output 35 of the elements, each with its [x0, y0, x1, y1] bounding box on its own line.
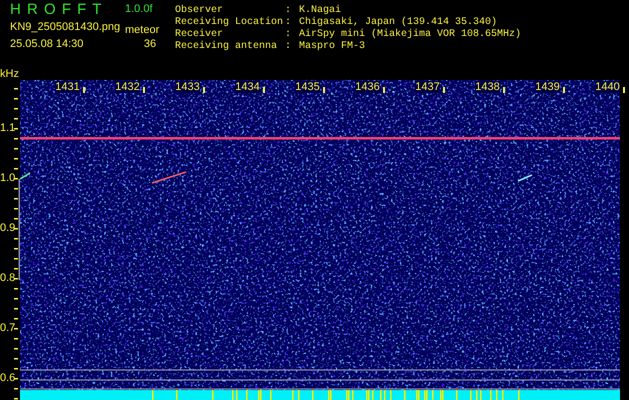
x-axis-label: 1431 — [55, 81, 80, 93]
timestamp: 25.05.08 14:30 — [10, 38, 84, 50]
counter-label: meteor — [125, 24, 160, 36]
y-axis-label: 1.1 — [0, 122, 16, 134]
y-axis-label: 0.9 — [0, 222, 16, 234]
x-axis-label: 1434 — [235, 81, 260, 93]
info-separator: : — [285, 28, 292, 40]
x-axis-label: 1435 — [295, 81, 320, 93]
info-value: AirSpy mini (Miakejima VOR 108.65MHz) — [299, 28, 522, 40]
file-name: KN9_2505081430.png — [10, 21, 120, 33]
app-title: H R O F F T — [10, 0, 102, 18]
info-value: Maspro FM-3 — [299, 40, 366, 52]
version-label: 1.0.0f — [125, 3, 153, 15]
info-label: Receiver — [175, 28, 224, 40]
info-separator: : — [285, 40, 292, 52]
y-axis-label: 1.0 — [0, 172, 16, 184]
y-axis-label: 0.8 — [0, 272, 16, 284]
info-label: Receiving Location — [175, 16, 284, 28]
info-value: K.Nagai — [299, 4, 342, 16]
x-axis-label: 1439 — [535, 81, 560, 93]
x-axis-label: 1432 — [115, 81, 140, 93]
x-axis-label: 1438 — [475, 81, 500, 93]
x-axis-label: 1436 — [355, 81, 380, 93]
x-axis-label: 1437 — [415, 81, 440, 93]
x-axis-label: 1440 — [595, 81, 620, 93]
info-label: Receiving antenna — [175, 40, 278, 52]
info-value: Chigasaki, Japan (139.414 35.340) — [299, 16, 498, 28]
y-axis-label: 0.7 — [0, 322, 16, 334]
info-separator: : — [285, 4, 292, 16]
meteor-count: 36 — [144, 38, 156, 50]
info-label: Observer — [175, 4, 224, 16]
y-axis-label: 0.6 — [0, 372, 16, 384]
x-axis-label: 1433 — [175, 81, 200, 93]
info-separator: : — [285, 16, 292, 28]
unit-label: kHz — [0, 69, 19, 80]
